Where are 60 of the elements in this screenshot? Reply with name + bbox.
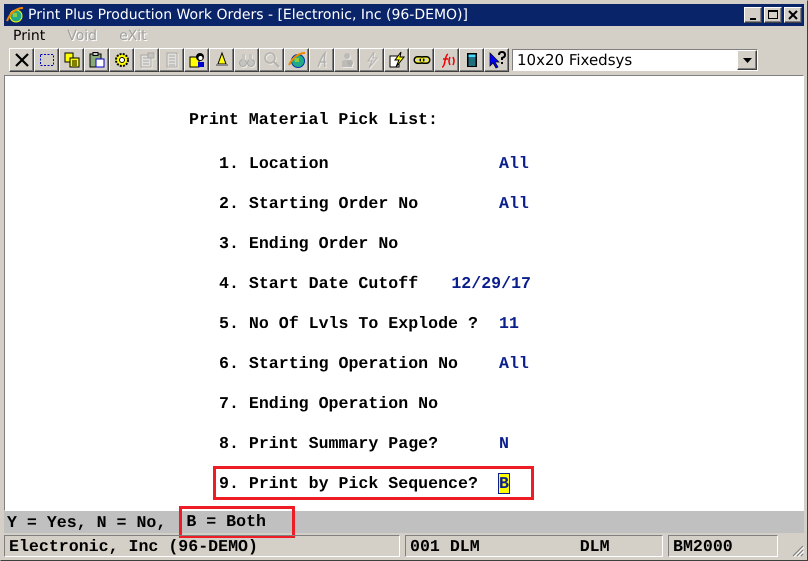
field-label: 9. Print by Pick Sequence? xyxy=(219,474,479,492)
globe-icon xyxy=(288,51,306,69)
field-label: 2. Starting Order No xyxy=(219,194,420,212)
field-label: 7. Ending Operation No xyxy=(219,394,440,412)
close-icon xyxy=(786,9,800,21)
person-document-icon xyxy=(188,51,206,69)
field-label: 1. Location xyxy=(219,154,330,172)
chain-link-button[interactable] xyxy=(409,48,434,72)
hint-text: Y = Yes, N = No, xyxy=(6,512,168,534)
field-value[interactable]: B xyxy=(499,474,509,492)
field-value[interactable]: All xyxy=(499,194,529,212)
clipboard-icon xyxy=(88,51,106,69)
globe-icon xyxy=(6,6,24,24)
field-label: 6. Starting Operation No xyxy=(219,354,459,372)
bell-button[interactable] xyxy=(209,48,234,72)
search-icon xyxy=(262,51,280,69)
field-label: 8. Print Summary Page? xyxy=(219,434,440,452)
globe-button[interactable] xyxy=(284,48,309,72)
gear-icon xyxy=(112,51,130,69)
lightning-document-icon xyxy=(388,51,406,69)
maximize-icon xyxy=(766,9,780,21)
form-title: Print Material Pick List: xyxy=(189,110,439,130)
field-value[interactable]: 11 xyxy=(499,314,519,332)
caret-icon xyxy=(742,58,752,62)
status-text: DLM xyxy=(580,536,610,556)
calculator-button[interactable] xyxy=(459,48,484,72)
menu-item[interactable]: Print xyxy=(9,28,50,44)
minimize-button[interactable] xyxy=(744,7,762,23)
minimize-icon xyxy=(750,18,756,20)
function-button[interactable] xyxy=(434,48,459,72)
field-value[interactable]: 12/29/17 xyxy=(451,274,531,292)
status-text: Electronic, Inc (96-DEMO) xyxy=(9,536,258,556)
close-button[interactable] xyxy=(784,7,802,23)
binoculars-icon xyxy=(238,51,256,69)
status-text: BM2000 xyxy=(673,536,733,556)
field-value[interactable]: All xyxy=(499,154,529,172)
copy-icon xyxy=(62,51,80,69)
lightning-document-button[interactable] xyxy=(384,48,409,72)
field-label: 4. Start Date Cutoff xyxy=(219,274,420,292)
help-pointer-button[interactable] xyxy=(484,48,509,72)
copy-button[interactable] xyxy=(59,48,84,72)
font-dropdown[interactable]: 10x20 Fixedsys xyxy=(512,49,758,71)
gear-button[interactable] xyxy=(109,48,134,72)
maximize-button[interactable] xyxy=(764,7,782,23)
dashed-rectangle-button[interactable] xyxy=(34,48,59,72)
hint-text: B = Both xyxy=(179,506,295,538)
clipboard-button[interactable] xyxy=(84,48,109,72)
person-document-button[interactable] xyxy=(184,48,209,72)
window-title: Print Plus Production Work Orders - [Electronic, Inc (96-DEMO)] xyxy=(28,7,469,23)
help-pointer-icon xyxy=(488,51,506,69)
x-button[interactable] xyxy=(9,48,34,72)
field-value[interactable]: N xyxy=(499,434,509,452)
dashed-rectangle-icon xyxy=(38,51,56,69)
field-label: 5. No Of Lvls To Explode ? xyxy=(219,314,479,332)
field-value[interactable]: All xyxy=(499,354,529,372)
field-label: 3. Ending Order No xyxy=(219,234,400,252)
document-icon xyxy=(138,51,156,69)
resize-grip-icon[interactable] xyxy=(792,545,804,557)
status-text: 001 DLM xyxy=(410,536,480,556)
x-icon xyxy=(12,51,30,69)
